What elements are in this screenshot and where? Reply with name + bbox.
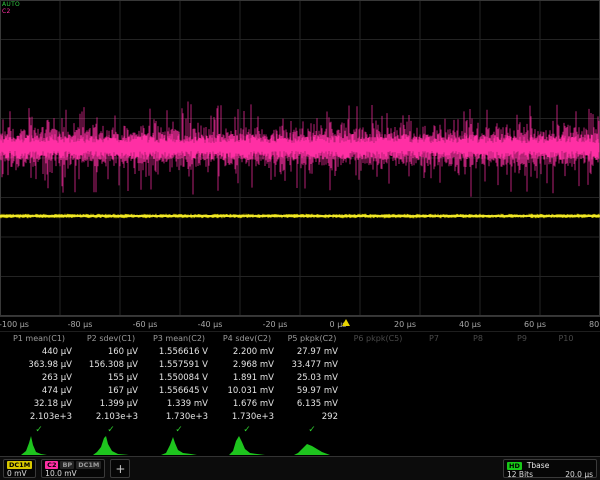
measurement-cell: 6.135 mV: [280, 399, 344, 409]
measurement-row: 263 µV155 µV1.550084 V1.891 mV25.03 mV: [0, 371, 600, 384]
measurement-header-row: P1 mean(C1)P2 sdev(C1)P3 mean(C2)P4 sdev…: [0, 332, 600, 345]
measurement-cell: 1.556645 V: [144, 386, 214, 396]
waveform-traces: [0, 0, 600, 316]
measurement-header[interactable]: P7: [412, 334, 456, 343]
c2-bandwidth-chip: BP: [60, 461, 74, 469]
time-axis-label: 80 µs: [589, 320, 600, 329]
measurement-cell: 363.98 µV: [0, 360, 78, 370]
measurement-row: 474 µV167 µV1.556645 V10.031 mV59.97 mV: [0, 384, 600, 397]
measurement-cell: 27.97 mV: [280, 347, 344, 357]
measurement-row: 363.98 µV156.308 µV1.557591 V2.968 mV33.…: [0, 358, 600, 371]
measurement-cell: 167 µV: [78, 386, 144, 396]
measurement-header[interactable]: P5 pkpk(C2): [280, 334, 344, 343]
histicon-shape: [161, 437, 197, 455]
bottom-toolbar: DC1M 0 mV C2 BP DC1M 10.0 mV + HD Tbase …: [0, 456, 600, 480]
measurement-cell: 1.676 mV: [214, 399, 280, 409]
measurement-cell: 292: [280, 412, 344, 422]
time-axis: -100 µs-80 µs-60 µs-40 µs-20 µs0 µs20 µs…: [0, 316, 600, 332]
measurement-cell: 1.339 mV: [144, 399, 214, 409]
measurement-row: 32.18 µV1.399 µV1.339 mV1.676 mV6.135 mV: [0, 397, 600, 410]
measurement-header[interactable]: P4 sdev(C2): [214, 334, 280, 343]
tbase-label: Tbase: [527, 461, 549, 470]
measurement-cell: 440 µV: [0, 347, 78, 357]
measurement-header[interactable]: P9: [500, 334, 544, 343]
top-left-annunciators: AUTO C2: [2, 1, 20, 15]
timebase-descriptor[interactable]: HD Tbase 12 Bits 20.0 µs: [503, 459, 597, 478]
histicon-shape: [229, 436, 265, 455]
measurement-header[interactable]: P6 pkpk(C5): [344, 334, 412, 343]
tbase-scale: 20.0 µs: [565, 470, 593, 479]
measurement-histicon[interactable]: [21, 435, 57, 455]
annunciator-1: AUTO: [2, 1, 20, 8]
measurement-cell: 474 µV: [0, 386, 78, 396]
time-axis-label: 60 µs: [524, 320, 546, 329]
measurement-cell: 2.103e+3: [0, 412, 78, 422]
measurement-header[interactable]: P10: [544, 334, 588, 343]
measurement-header[interactable]: P8: [456, 334, 500, 343]
time-axis-label: 20 µs: [394, 320, 416, 329]
measurement-cell: 263 µV: [0, 373, 78, 383]
c2-coupling-chip: DC1M: [76, 461, 101, 469]
measurement-table: P1 mean(C1)P2 sdev(C1)P3 mean(C2)P4 sdev…: [0, 331, 600, 436]
measurement-histicon[interactable]: [161, 435, 197, 455]
histicon-shape: [21, 436, 57, 455]
measurement-cell: 156.308 µV: [78, 360, 144, 370]
histicon-shape: [93, 436, 129, 455]
trigger-position-marker[interactable]: [342, 319, 350, 326]
time-axis-label: -60 µs: [133, 320, 158, 329]
time-axis-label: -40 µs: [198, 320, 223, 329]
measurement-cell: 1.550084 V: [144, 373, 214, 383]
measurement-cell: 32.18 µV: [0, 399, 78, 409]
measurement-cell: 10.031 mV: [214, 386, 280, 396]
measurement-cell: 25.03 mV: [280, 373, 344, 383]
add-trace-button[interactable]: +: [110, 459, 130, 478]
c1-offset-value: 0 mV: [7, 469, 32, 478]
c2-scale-value: 10.0 mV: [45, 469, 101, 478]
measurement-cell: 33.477 mV: [280, 360, 344, 370]
time-axis-label: -100 µs: [0, 320, 29, 329]
measurement-cell: 1.730e+3: [144, 412, 214, 422]
measurement-cell: 2.200 mV: [214, 347, 280, 357]
measurement-cell: 1.399 µV: [78, 399, 144, 409]
oscilloscope-screen: AUTO C2 -100 µs -80 µs -60 µs -40 µs -20 µs 0…: [0, 0, 600, 480]
c2-label-chip: C2: [45, 461, 58, 469]
measurement-cell: 1.557591 V: [144, 360, 214, 370]
measurement-header[interactable]: P3 mean(C2): [144, 334, 214, 343]
waveform-display[interactable]: AUTO C2: [0, 0, 600, 316]
measurement-cell: 2.968 mV: [214, 360, 280, 370]
measurement-cell: 1.730e+3: [214, 412, 280, 422]
measurement-header[interactable]: P2 sdev(C1): [78, 334, 144, 343]
measurement-cell: 1.556616 V: [144, 347, 214, 357]
hd-mode-badge: HD: [507, 462, 522, 470]
measurement-histicon[interactable]: [93, 435, 129, 455]
measurement-cell: 59.97 mV: [280, 386, 344, 396]
measurement-row: 440 µV160 µV1.556616 V2.200 mV27.97 mV: [0, 345, 600, 358]
measurement-histicon[interactable]: [229, 435, 265, 455]
time-axis-label: -20 µs: [263, 320, 288, 329]
measurement-cell: 155 µV: [78, 373, 144, 383]
annunciator-2: C2: [2, 8, 20, 15]
c1-coupling-chip: DC1M: [7, 461, 32, 469]
measurement-cell: 2.103e+3: [78, 412, 144, 422]
histogram-strip: [0, 432, 600, 456]
time-axis-label: 40 µs: [459, 320, 481, 329]
measurement-row: 2.103e+32.103e+31.730e+31.730e+3292: [0, 410, 600, 423]
time-axis-label: -80 µs: [68, 320, 93, 329]
measurement-cell: 160 µV: [78, 347, 144, 357]
measurement-header[interactable]: P1 mean(C1): [0, 334, 78, 343]
histicon-shape: [294, 444, 330, 455]
tbase-bits: 12 Bits: [507, 470, 533, 479]
measurement-cell: 1.891 mV: [214, 373, 280, 383]
channel-c2-descriptor[interactable]: C2 BP DC1M 10.0 mV: [41, 459, 105, 478]
measurement-histicon[interactable]: [294, 435, 330, 455]
channel-c1-descriptor[interactable]: DC1M 0 mV: [3, 459, 36, 478]
